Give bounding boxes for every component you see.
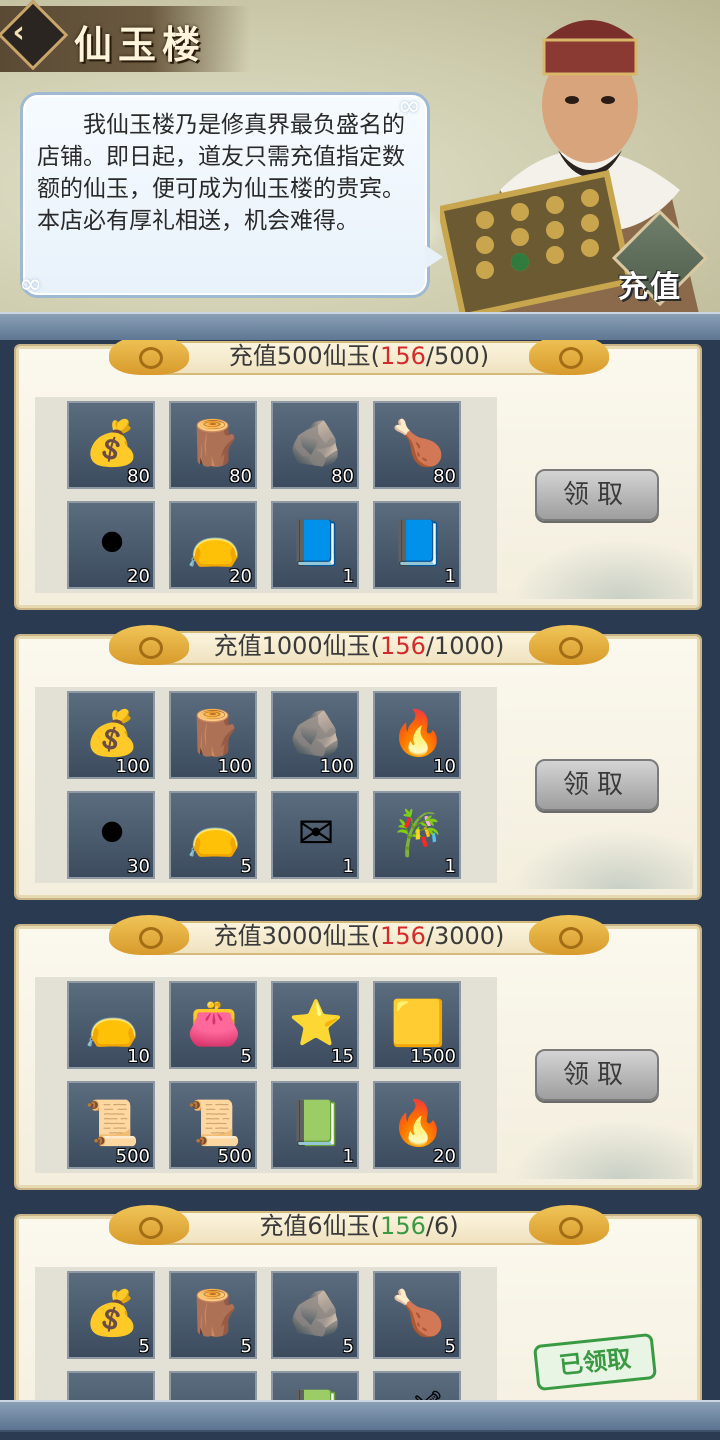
blue-book-icon: 📘 — [288, 518, 344, 569]
reward-item[interactable]: 🪨 80 — [271, 401, 359, 489]
reward-item[interactable]: 📗 1 — [271, 1081, 359, 1169]
reward-list[interactable]: 充值500仙玉(156/500) 💰 80 🪵 80 🪨 80 🍗 80 ⚫ 20 👝 20… — [0, 340, 720, 1400]
reward-item[interactable]: 🔥 20 — [373, 1081, 461, 1169]
tier-label: 充值6仙玉(156/6) — [259, 1212, 459, 1240]
tier-progress-current: 156 — [380, 342, 426, 370]
reward-item[interactable]: ⭐ 15 — [271, 981, 359, 1069]
shop-header-area: ‹ 仙玉楼 我仙玉楼乃是修真界最负盛名的店铺。即日起，道友只需充值指定数额的仙玉… — [0, 0, 720, 318]
reward-item[interactable]: 📗 — [271, 1371, 359, 1400]
reward-card: 充值3000仙玉(156/3000) 👝 10 👛 5 ⭐ 15 🟨 1500 📜 500… — [16, 915, 700, 1188]
reward-item[interactable]: 💰 80 — [67, 401, 155, 489]
tier-ribbon: 充值6仙玉(156/6) — [109, 1205, 609, 1249]
sword-icon: 🗡 — [383, 1379, 453, 1400]
red-pouch-icon: 👛 — [186, 998, 242, 1049]
crystal-bag-icon: 💰 — [84, 1288, 140, 1339]
jade-flute-icon: 🎋 — [390, 808, 446, 859]
blue-pouch-icon: 👝 — [186, 808, 242, 859]
reward-item[interactable]: 🗡 — [373, 1371, 461, 1400]
reward-card: 充值6仙玉(156/6) 💰5 🪵5 🪨5 🍗5 ⚫ 👝 📗 🗡 已领取 — [16, 1205, 700, 1400]
reward-item[interactable]: 📘 1 — [271, 501, 359, 589]
green-book-icon: 📗 — [288, 1098, 344, 1149]
mountain-decoration — [513, 1119, 693, 1179]
reward-item[interactable]: 🪵 100 — [169, 691, 257, 779]
wood-logs-icon: 🪵 — [186, 1288, 242, 1339]
reward-item[interactable]: 🪨 5 — [271, 1271, 359, 1359]
recharge-label: 充值 — [618, 270, 682, 305]
reward-item[interactable]: 📜 500 — [67, 1081, 155, 1169]
blue-book-icon: 📘 — [390, 518, 446, 569]
speech-bubble: 我仙玉楼乃是修真界最负盛名的店铺。即日起，道友只需充值指定数额的仙玉，便可成为仙… — [19, 89, 443, 300]
claim-button[interactable]: 领取 — [535, 469, 659, 521]
mountain-decoration — [513, 539, 693, 599]
claim-button[interactable]: 领取 — [535, 1049, 659, 1101]
green-pouch-icon: 👝 — [179, 1379, 249, 1400]
reward-item[interactable]: 🪵 5 — [169, 1271, 257, 1359]
chevron-left-icon: ‹ — [12, 15, 25, 51]
recharge-button[interactable]: 充值 — [611, 209, 709, 307]
reward-item[interactable]: 🪵 80 — [169, 401, 257, 489]
reward-item[interactable]: 💰 100 — [67, 691, 155, 779]
mountain-decoration — [513, 829, 693, 889]
tier-label: 充值1000仙玉(156/1000) — [213, 632, 505, 660]
reward-item[interactable]: ✉ 1 — [271, 791, 359, 879]
letter-icon: ✉ — [297, 808, 335, 859]
roast-duck-icon: 🍗 — [390, 1288, 446, 1339]
tier-progress-current: 156 — [380, 632, 426, 660]
tier-progress-current: 156 — [380, 922, 426, 950]
tier-progress-current: 156 — [380, 1212, 426, 1240]
claimed-stamp: 已领取 — [532, 1332, 658, 1392]
reward-item[interactable]: 🪨 100 — [271, 691, 359, 779]
reward-item[interactable]: 🟨 1500 — [373, 981, 461, 1069]
reward-item[interactable]: 🔥 10 — [373, 691, 461, 779]
reward-item[interactable]: 👛 5 — [169, 981, 257, 1069]
reward-item[interactable]: 🎋 1 — [373, 791, 461, 879]
reward-item[interactable]: 📘 1 — [373, 501, 461, 589]
reward-item[interactable]: ⚫ 20 — [67, 501, 155, 589]
green-book-icon: 📗 — [281, 1379, 351, 1400]
tier-label: 充值500仙玉(156/500) — [228, 342, 490, 370]
tier-ribbon: 充值3000仙玉(156/3000) — [109, 915, 609, 959]
reward-card: 充值500仙玉(156/500) 💰 80 🪵 80 🪨 80 🍗 80 ⚫ 20 👝 20… — [16, 340, 700, 608]
reward-item[interactable]: 🍗 80 — [373, 401, 461, 489]
reward-item[interactable]: 👝 — [169, 1371, 257, 1400]
reward-card: 充值1000仙玉(156/1000) 💰 100 🪵 100 🪨 100 🔥 10 ⚫ 3… — [16, 625, 700, 898]
reward-item[interactable]: ⚫ 30 — [67, 791, 155, 879]
page-title: 仙玉楼 — [74, 22, 207, 67]
reward-item[interactable]: 📜 500 — [169, 1081, 257, 1169]
tier-ribbon: 充值1000仙玉(156/1000) — [109, 625, 609, 669]
reward-item[interactable]: 💰 5 — [67, 1271, 155, 1359]
cloud-curl-icon: ∞ — [397, 89, 421, 122]
reward-item[interactable]: 👝 5 — [169, 791, 257, 879]
tier-ribbon: 充值500仙玉(156/500) — [109, 340, 609, 379]
cloud-curl-icon: ∞ — [19, 267, 43, 300]
speech-text: 我仙玉楼乃是修真界最负盛名的店铺。即日起，道友只需充值指定数额的仙玉，便可成为仙… — [37, 112, 405, 234]
reward-item[interactable]: ⚫ — [67, 1371, 155, 1400]
ore-crystal-icon: 🪨 — [288, 1288, 344, 1339]
reward-item[interactable]: 👝 20 — [169, 501, 257, 589]
claim-button[interactable]: 领取 — [535, 759, 659, 811]
dark-orb-icon: ⚫ — [77, 1379, 147, 1400]
list-frame-bottom — [0, 1400, 720, 1432]
reward-item[interactable]: 🍗 5 — [373, 1271, 461, 1359]
reward-item[interactable]: 👝 10 — [67, 981, 155, 1069]
tier-label: 充值3000仙玉(156/3000) — [213, 922, 505, 950]
